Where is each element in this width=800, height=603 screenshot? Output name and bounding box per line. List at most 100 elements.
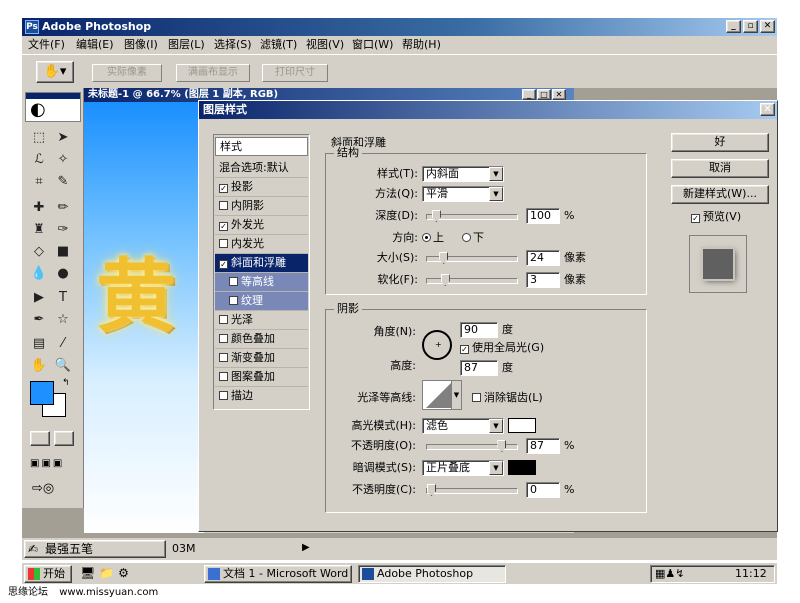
swap-colors-icon[interactable]: ↰ [62,378,70,388]
size-input[interactable]: 24 [526,250,560,266]
style-item-color-overlay[interactable]: 颜色叠加 [215,330,308,349]
eraser-tool-icon[interactable]: ◇ [28,242,50,262]
menu-help[interactable]: 帮助(H) [402,38,441,52]
soften-slider-thumb[interactable] [440,274,450,286]
antialias-checkbox[interactable]: 消除锯齿(L) [472,390,543,406]
checkbox-icon[interactable] [219,391,228,400]
checkbox-icon[interactable]: ✓ [219,184,228,193]
checkbox-icon[interactable]: ✓ [219,222,228,231]
new-style-button[interactable]: 新建样式(W)... [671,185,769,204]
healing-brush-icon[interactable]: ✚ [28,198,50,218]
marquee-tool-icon[interactable]: ⬚ [28,128,50,148]
checkbox-icon[interactable] [219,239,228,248]
size-slider[interactable] [426,252,518,264]
style-list-header[interactable]: 样式 [215,137,308,156]
checkbox-icon[interactable] [219,353,228,362]
tray-icons[interactable]: ▦♟↯ [655,567,684,580]
crop-tool-icon[interactable]: ⌗ [28,172,50,192]
depth-slider-thumb[interactable] [431,210,441,222]
eyedropper-icon[interactable]: ⁄ [52,334,74,354]
move-tool-icon[interactable]: ➤ [52,128,74,148]
lasso-tool-icon[interactable]: ℒ [28,150,50,170]
menu-select[interactable]: 选择(S) [214,38,252,52]
shadow-color-swatch[interactable] [508,460,536,475]
close-button[interactable]: ✕ [760,20,775,33]
hand-tool-preset-icon[interactable]: ✋▾ [36,61,74,83]
doc-minimize-button[interactable]: _ [522,89,536,100]
menu-file[interactable]: 文件(F) [28,38,65,52]
foreground-color-front[interactable] [30,381,54,405]
soften-slider[interactable] [426,274,518,286]
dialog-close-button[interactable]: ✕ [760,103,775,116]
jump-to-imageready-icon[interactable]: ⇨◎ [32,481,72,497]
standard-mode-icon[interactable] [30,431,50,446]
doc-maximize-button[interactable]: □ [537,89,551,100]
minimize-button[interactable]: _ [726,20,741,33]
menu-edit[interactable]: 编辑(E) [76,38,114,52]
menu-filter[interactable]: 滤镜(T) [260,38,297,52]
depth-input[interactable]: 100 [526,208,560,224]
style-item-gradient-overlay[interactable]: 渐变叠加 [215,349,308,368]
history-brush-icon[interactable]: ✑ [52,220,74,240]
gloss-contour-picker[interactable]: ▼ [422,380,462,410]
brush-tool-icon[interactable]: ✏ [52,198,74,218]
depth-slider[interactable] [426,210,518,222]
menu-window[interactable]: 窗口(W) [352,38,393,52]
print-size-button[interactable]: 打印尺寸 [262,64,328,82]
shape-tool-icon[interactable]: ☆ [52,310,74,330]
style-item-contour[interactable]: 等高线 [215,273,308,292]
pen-tool-icon[interactable]: ✒ [28,310,50,330]
shadow-opacity-thumb[interactable] [427,484,436,496]
gradient-tool-icon[interactable]: ■ [52,242,74,262]
direction-down-radio[interactable]: 下 [462,230,484,246]
blur-tool-icon[interactable]: 💧 [28,264,50,284]
menu-layer[interactable]: 图层(L) [168,38,205,52]
fit-on-screen-button[interactable]: 满画布显示 [176,64,250,82]
style-item-drop-shadow[interactable]: ✓ 投影 [215,178,308,197]
quick-mask-icon[interactable] [54,431,74,446]
task-photoshop[interactable]: Adobe Photoshop [358,565,506,583]
technique-select[interactable]: 平滑 ▼ [422,186,504,202]
blend-options-item[interactable]: 混合选项:默认 [215,159,308,178]
highlight-mode-select[interactable]: 滤色 ▼ [422,418,504,434]
style-item-stroke[interactable]: 描边 [215,387,308,406]
status-arrow-icon[interactable]: ▶ [302,542,310,553]
restore-button[interactable]: ▫ [743,20,758,33]
highlight-opacity-input[interactable]: 87 [526,438,560,454]
zoom-tool-icon[interactable]: 🔍 [52,356,74,376]
preview-checkbox[interactable]: ✓ 预览(V) [691,209,741,225]
style-item-bevel-emboss[interactable]: ✓ 斜面和浮雕 [215,254,308,273]
hand-tool-icon[interactable]: ✋ [28,356,50,376]
slice-tool-icon[interactable]: ✎ [52,172,74,192]
notes-tool-icon[interactable]: ▤ [28,334,50,354]
dodge-tool-icon[interactable]: ● [52,264,74,284]
checkbox-icon[interactable] [219,372,228,381]
angle-input[interactable]: 90 [460,322,498,338]
menu-view[interactable]: 视图(V) [306,38,344,52]
checkbox-icon[interactable] [219,315,228,324]
cancel-button[interactable]: 取消 [671,159,769,178]
style-item-satin[interactable]: 光泽 [215,311,308,330]
checkbox-icon[interactable] [219,334,228,343]
style-item-texture[interactable]: 纹理 [215,292,308,311]
highlight-color-swatch[interactable] [508,418,536,433]
shadow-opacity-slider[interactable] [426,484,518,496]
checkbox-icon[interactable] [229,277,238,286]
style-item-pattern-overlay[interactable]: 图案叠加 [215,368,308,387]
ime-bar[interactable]: ✍ 最强五笔 [24,540,166,558]
style-item-outer-glow[interactable]: ✓ 外发光 [215,216,308,235]
size-slider-thumb[interactable] [439,252,449,264]
quick-launch-icons[interactable]: 🖥📁⚙ [80,566,133,580]
ok-button[interactable]: 好 [671,133,769,152]
doc-close-button[interactable]: ✕ [552,89,566,100]
document-canvas[interactable]: 黄 [84,102,204,533]
path-select-icon[interactable]: ▶ [28,288,50,308]
global-light-checkbox[interactable]: ✓ 使用全局光(G) [460,340,544,356]
highlight-opacity-slider[interactable] [426,440,518,452]
shadow-opacity-input[interactable]: 0 [526,482,560,498]
style-item-inner-shadow[interactable]: 内阴影 [215,197,308,216]
menu-image[interactable]: 图像(I) [124,38,158,52]
angle-dial[interactable]: + [422,330,452,360]
style-item-inner-glow[interactable]: 内发光 [215,235,308,254]
checkbox-icon[interactable]: ✓ [219,260,228,269]
